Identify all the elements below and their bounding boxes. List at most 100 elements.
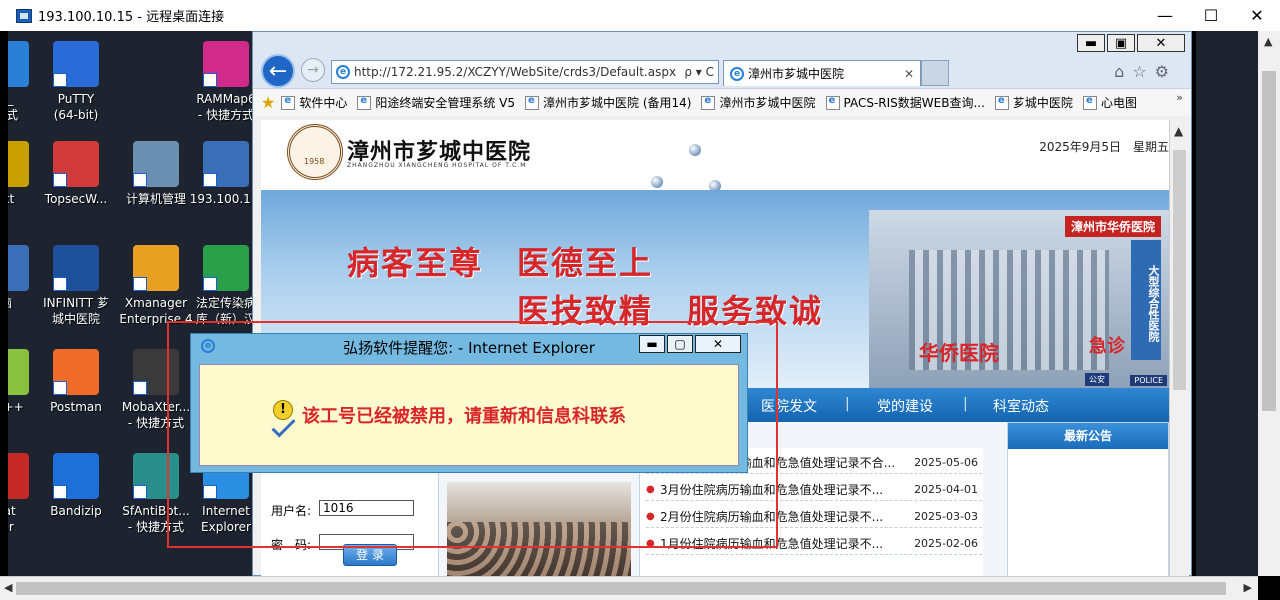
app-shortcut-icon xyxy=(8,245,29,291)
app-shortcut-icon xyxy=(133,141,179,187)
news-item[interactable]: ● 2月份住院病历输血和危急值处理记录不... 2025-03-03 xyxy=(646,506,982,528)
news-title[interactable]: 1月份住院病历输血和危急值处理记录不... xyxy=(660,535,912,552)
news-title[interactable]: 2月份住院病历输血和危急值处理记录不... xyxy=(660,508,912,525)
app-shortcut-icon xyxy=(53,453,99,499)
ie-page-icon xyxy=(701,95,716,110)
dialog-title: 弘扬软件提醒您: - Internet Explorer xyxy=(343,338,595,357)
desktop-icon-label: INFINITT 芗 城中医院 xyxy=(43,296,109,326)
favorite-label: 心电图 xyxy=(1100,96,1137,110)
slogan-line-2: 医技致精 服务致诚 xyxy=(517,292,824,330)
desktop-icon-label: RAMMap6 - 快捷方式 xyxy=(196,92,252,122)
hospital-building-image: 漳州市华侨医院 大型综合性医院 华侨医院 急诊 公安 POLICE xyxy=(869,210,1169,388)
favorite-link[interactable]: 漳州市芗城中医院 (备用14) xyxy=(525,94,691,111)
username-input[interactable]: 1016 xyxy=(319,500,414,516)
app-shortcut-icon xyxy=(8,349,29,395)
desktop-icon-label: TopsecW... xyxy=(44,192,108,206)
ie-window: ▬ ▣ ✕ ← → e http://172.21.95.2/XCZYY/Web… xyxy=(252,31,1192,577)
dialog-minimize-button[interactable]: ▬ xyxy=(639,335,665,353)
favorites-more-icon[interactable]: » xyxy=(1176,91,1183,104)
desktop-icon-label: Postman xyxy=(50,400,102,414)
app-shortcut-icon xyxy=(53,349,99,395)
slogan-line-1: 病客至尊 医德至上 xyxy=(347,244,654,282)
session-vertical-scrollbar[interactable]: ▲ xyxy=(1258,31,1280,576)
page-vertical-scrollbar[interactable]: ▲ xyxy=(1169,120,1189,577)
news-date: 2025-04-01 xyxy=(914,483,978,496)
desktop-icon[interactable]: Postman xyxy=(34,349,118,415)
ie-page-icon: e xyxy=(336,65,350,79)
favorite-link[interactable]: PACS-RIS数据WEB查询... xyxy=(825,94,985,111)
back-button[interactable]: ← xyxy=(261,54,295,88)
scroll-up-icon[interactable]: ▲ xyxy=(1264,35,1272,48)
tab-title: 漳州市芗城中医院 xyxy=(748,67,845,81)
ie-page-icon xyxy=(357,95,372,110)
rdp-minimize-button[interactable]: — xyxy=(1142,0,1188,31)
favorite-link[interactable]: 芗城中医院 xyxy=(994,94,1073,111)
favorite-label: 芗城中医院 xyxy=(1012,96,1073,110)
decor-ball xyxy=(651,176,663,188)
favorite-link[interactable]: 阳途终端安全管理系统 V5 xyxy=(357,94,515,111)
ie-tab-icon: e xyxy=(730,66,744,81)
desktop-icon[interactable]: TopsecW... xyxy=(34,141,118,207)
password-label: 密 码: xyxy=(271,538,312,552)
scroll-thumb[interactable] xyxy=(1262,71,1276,411)
news-title[interactable]: 3月份住院病历输血和危急值处理记录不... xyxy=(660,481,912,498)
nav-item-hospital-docs[interactable]: 医院发文 xyxy=(761,396,817,416)
rdp-maximize-button[interactable]: ☐ xyxy=(1188,0,1234,31)
login-button[interactable]: 登 录 xyxy=(343,544,397,566)
app-shortcut-icon xyxy=(203,141,249,187)
home-favorites-tools-icons[interactable]: ⌂☆⚙ xyxy=(1114,62,1177,81)
favorites-star-icon[interactable]: ★ xyxy=(261,93,275,112)
desktop-icon[interactable]: 法定传染病 库（新）汉 xyxy=(184,245,252,327)
ie-close-button[interactable]: ✕ xyxy=(1137,34,1185,52)
new-tab-button[interactable] xyxy=(921,60,949,86)
hospital-seal-logo xyxy=(287,124,343,180)
news-item[interactable]: ● 1月份住院病历输血和危急值处理记录不... 2025-02-06 xyxy=(646,533,982,555)
app-shortcut-icon xyxy=(133,453,179,499)
scroll-up-icon[interactable]: ▲ xyxy=(1174,124,1183,138)
scroll-thumb[interactable] xyxy=(16,582,1226,595)
tab-hospital[interactable]: e 漳州市芗城中医院 ✕ xyxy=(723,60,921,86)
tab-close-icon[interactable]: ✕ xyxy=(904,67,914,81)
forward-button[interactable]: → xyxy=(301,58,325,82)
rdp-close-button[interactable]: ✕ xyxy=(1234,0,1280,31)
desktop-icon[interactable]: INFINITT 芗 城中医院 xyxy=(34,245,118,327)
desktop-icon-label: 法定传染病 库（新）汉 xyxy=(195,296,252,326)
scroll-left-icon[interactable]: ◀ xyxy=(4,581,12,594)
decor-ball xyxy=(689,144,701,156)
desktop-icon[interactable]: Bandizip xyxy=(34,453,118,519)
news-date: 2025-02-06 xyxy=(914,537,978,550)
dialog-maximize-button[interactable]: ▢ xyxy=(667,335,693,353)
address-bar[interactable]: e http://172.21.95.2/XCZYY/WebSite/crds3… xyxy=(331,60,719,84)
rdp-titlebar: 193.100.10.15 - 远程桌面连接 — ☐ ✕ xyxy=(0,0,1280,31)
desktop-icon-label: Bandizip xyxy=(50,504,102,518)
scroll-right-icon[interactable]: ▶ xyxy=(1244,581,1252,594)
address-url[interactable]: http://172.21.95.2/XCZYY/WebSite/crds3/D… xyxy=(354,65,684,79)
app-shortcut-icon xyxy=(8,453,29,499)
desktop-icon[interactable]: 193.100.1... xyxy=(184,141,252,207)
ie-maximize-button[interactable]: ▣ xyxy=(1107,34,1135,52)
scroll-thumb[interactable] xyxy=(1173,150,1186,390)
favorite-link[interactable]: 漳州市芗城中医院 xyxy=(701,94,816,111)
warning-icon xyxy=(270,400,294,430)
building-tower-sign: 大型综合性医院 xyxy=(1131,240,1161,360)
dialog-close-button[interactable]: ✕ xyxy=(695,335,741,353)
news-item[interactable]: ● 3月份住院病历输血和危急值处理记录不... 2025-04-01 xyxy=(646,479,982,501)
nav-item-dept-news[interactable]: 科室动态 xyxy=(993,396,1049,416)
news-photo[interactable] xyxy=(447,482,631,577)
app-shortcut-icon xyxy=(8,141,29,187)
favorite-link[interactable]: 心电图 xyxy=(1082,94,1137,111)
desktop-icon[interactable]: RAMMap6 - 快捷方式 xyxy=(184,41,252,123)
favorite-link[interactable]: 软件中心 xyxy=(281,94,347,111)
alert-dialog: e 弘扬软件提醒您: - Internet Explorer ▬ ▢ ✕ 该工号… xyxy=(190,333,748,473)
dialog-titlebar: e 弘扬软件提醒您: - Internet Explorer ▬ ▢ ✕ xyxy=(191,334,747,360)
ie-minimize-button[interactable]: ▬ xyxy=(1077,34,1105,52)
app-shortcut-icon xyxy=(53,41,99,87)
session-horizontal-scrollbar[interactable]: ◀ ▶ xyxy=(0,576,1258,600)
search-refresh-icons[interactable]: ρ ▾ C xyxy=(684,65,714,79)
nav-item-party[interactable]: 党的建设 xyxy=(877,396,933,416)
bullet-icon: ● xyxy=(646,511,655,522)
desktop-icon[interactable]: MobaXter... - 快捷方式 xyxy=(114,349,198,431)
ie-page-icon xyxy=(281,95,296,110)
nav-separator: | xyxy=(963,396,968,412)
desktop-icon[interactable]: PuTTY (64-bit) xyxy=(34,41,118,123)
